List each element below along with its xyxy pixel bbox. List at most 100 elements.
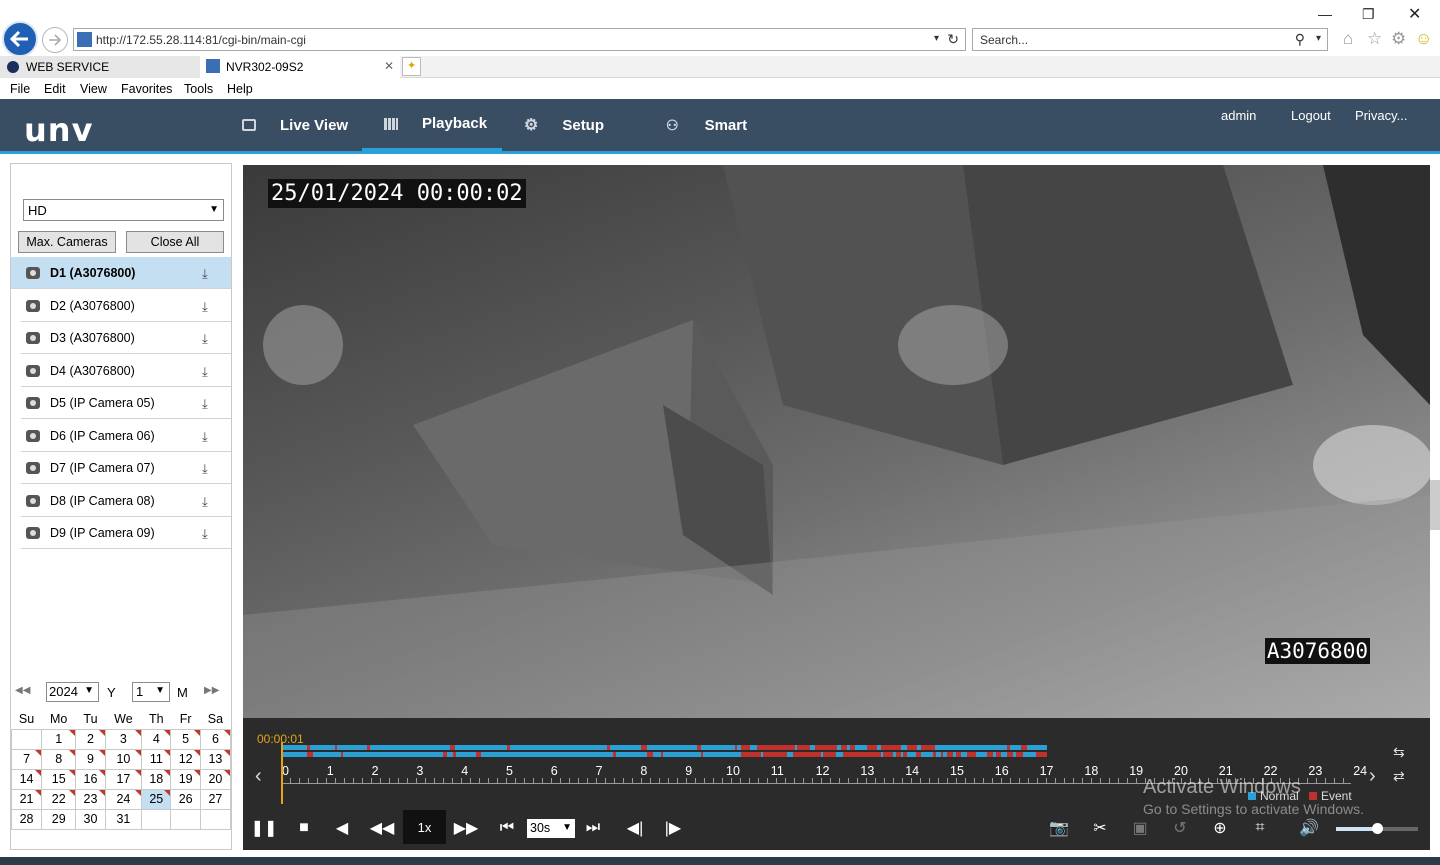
nav-smart[interactable]: ⚇ Smart: [666, 99, 766, 151]
camera-item-d7[interactable]: D7 (IP Camera 07) ⤓: [21, 452, 231, 484]
max-cameras-button[interactable]: Max. Cameras: [18, 231, 116, 253]
search-dropdown-icon[interactable]: ▾: [1316, 33, 1321, 44]
playhead-cursor[interactable]: [281, 742, 283, 804]
calendar-day[interactable]: 14: [10, 768, 43, 790]
calendar-day[interactable]: 2: [75, 728, 106, 750]
slow-reverse-icon[interactable]: ◀: [333, 816, 351, 840]
calendar-day[interactable]: 21: [10, 788, 43, 810]
clip-scissors-icon[interactable]: ✂: [1088, 816, 1112, 840]
volume-knob[interactable]: [1372, 823, 1383, 834]
download-icon[interactable]: ⤓: [202, 299, 208, 315]
volume-icon[interactable]: 🔊: [1297, 816, 1321, 840]
calendar-day[interactable]: 17: [104, 768, 143, 790]
region-zoom-icon[interactable]: ⌗: [1248, 816, 1272, 840]
dropdown-icon[interactable]: ▾: [934, 33, 939, 44]
interval-select[interactable]: 30s ▼: [527, 819, 575, 838]
rewind-icon[interactable]: ◀◀: [370, 816, 395, 840]
download-icon[interactable]: ⤓: [202, 396, 208, 412]
menu-edit[interactable]: Edit: [44, 82, 66, 96]
pause-icon[interactable]: ❚❚: [251, 816, 278, 840]
tab-web-service[interactable]: WEB SERVICE: [0, 56, 200, 78]
download-icon[interactable]: ⤓: [202, 331, 208, 347]
camera-item-d8[interactable]: D8 (IP Camera 08) ⤓: [21, 485, 231, 517]
calendar-day[interactable]: 15: [41, 768, 77, 790]
recording-bars[interactable]: [281, 745, 1047, 758]
camera-item-d9[interactable]: D9 (IP Camera 09) ⤓: [21, 517, 231, 549]
volume-slider[interactable]: [1336, 823, 1418, 834]
download-icon[interactable]: ⤓: [202, 266, 208, 282]
month-select[interactable]: 1 ▼: [132, 682, 170, 702]
favorites-star-icon[interactable]: ☆: [1367, 29, 1382, 49]
home-icon[interactable]: ⌂: [1343, 29, 1353, 49]
calendar-day[interactable]: 5: [170, 728, 201, 750]
menu-view[interactable]: View: [80, 82, 107, 96]
camera-item-d2[interactable]: D2 (A3076800) ⤓: [21, 290, 231, 322]
calendar-day[interactable]: 27: [199, 788, 232, 810]
menu-help[interactable]: Help: [227, 82, 253, 96]
side-collapse-handle[interactable]: [1430, 480, 1440, 530]
zoom-out-timeline-icon[interactable]: ⇄: [1393, 768, 1405, 785]
calendar-day[interactable]: 11: [141, 748, 172, 770]
timeline-next-icon[interactable]: ›: [1369, 765, 1376, 788]
minimize-icon[interactable]: —: [1318, 6, 1332, 22]
next-month-icon[interactable]: ▶▶: [204, 685, 219, 696]
nav-setup[interactable]: ⚙ Setup: [524, 99, 634, 151]
search-icon[interactable]: ⚲: [1295, 31, 1305, 48]
calendar-day[interactable]: 18: [141, 768, 172, 790]
camera-item-d6[interactable]: D6 (IP Camera 06) ⤓: [21, 420, 231, 452]
calendar-day[interactable]: 20: [199, 768, 232, 790]
skip-back-icon[interactable]: ⏮: [497, 816, 517, 840]
calendar-day[interactable]: 24: [104, 788, 143, 810]
logout-link[interactable]: Logout: [1291, 108, 1331, 123]
menu-favorites[interactable]: Favorites: [121, 82, 172, 96]
calendar-day[interactable]: 13: [199, 748, 232, 770]
zoom-in-timeline-icon[interactable]: ⇆: [1393, 744, 1405, 761]
calendar-day[interactable]: 1: [41, 728, 77, 750]
settings-gear-icon[interactable]: ⚙: [1391, 29, 1406, 49]
camera-item-d4[interactable]: D4 (A3076800) ⤓: [21, 355, 231, 387]
download-icon[interactable]: ⤓: [202, 526, 208, 542]
smiley-icon[interactable]: ☺: [1415, 29, 1432, 49]
close-tab-icon[interactable]: ✕: [384, 59, 394, 73]
fast-forward-icon[interactable]: ▶▶: [454, 816, 479, 840]
calendar-day[interactable]: 10: [104, 748, 143, 770]
year-select[interactable]: 2024 ▼: [46, 682, 99, 702]
snapshot-camera-icon[interactable]: 📷: [1047, 816, 1071, 840]
calendar-day[interactable]: 29: [41, 808, 77, 830]
timeline-prev-icon[interactable]: ‹: [255, 765, 262, 788]
restore-icon[interactable]: ❐: [1362, 6, 1375, 23]
calendar-day[interactable]: 16: [75, 768, 106, 790]
camera-item-d5[interactable]: D5 (IP Camera 05) ⤓: [21, 387, 231, 419]
forward-button[interactable]: [42, 27, 68, 53]
calendar-day[interactable]: 30: [75, 808, 106, 830]
menu-file[interactable]: File: [10, 82, 30, 96]
calendar-day[interactable]: 25: [141, 788, 172, 810]
next-frame-icon[interactable]: |▶: [663, 816, 683, 840]
calendar-day[interactable]: 22: [41, 788, 77, 810]
calendar-day[interactable]: 9: [75, 748, 106, 770]
calendar-day[interactable]: 3: [104, 728, 143, 750]
download-icon[interactable]: ⤓: [202, 494, 208, 510]
calendar-day[interactable]: 26: [170, 788, 201, 810]
calendar-day[interactable]: 23: [75, 788, 106, 810]
calendar-day[interactable]: 12: [170, 748, 201, 770]
address-bar[interactable]: http://172.55.28.114:81/cgi-bin/main-cgi…: [73, 28, 966, 51]
search-input[interactable]: Search... ⚲ ▾: [972, 28, 1328, 51]
prev-year-icon[interactable]: ◀◀: [15, 685, 30, 696]
prev-frame-icon[interactable]: ◀|: [625, 816, 645, 840]
download-icon[interactable]: ⤓: [202, 461, 208, 477]
calendar-day[interactable]: 28: [10, 808, 43, 830]
nav-playback[interactable]: Playback: [362, 99, 502, 151]
calendar-day[interactable]: 19: [170, 768, 201, 790]
calendar-day[interactable]: 8: [41, 748, 77, 770]
camera-item-d1[interactable]: D1 (A3076800) ⤓: [11, 257, 231, 289]
privacy-link[interactable]: Privacy...: [1355, 108, 1408, 123]
refresh-icon[interactable]: ↻: [947, 31, 959, 48]
stop-icon[interactable]: ■: [295, 816, 313, 840]
skip-forward-icon[interactable]: ⏭: [583, 816, 603, 840]
calendar-day[interactable]: 7: [10, 748, 43, 770]
camera-item-d3[interactable]: D3 (A3076800) ⤓: [21, 322, 231, 354]
nav-live-view[interactable]: Live View: [242, 99, 362, 151]
menu-tools[interactable]: Tools: [184, 82, 213, 96]
tab-nvr[interactable]: NVR302-09S2 ✕: [200, 56, 400, 78]
